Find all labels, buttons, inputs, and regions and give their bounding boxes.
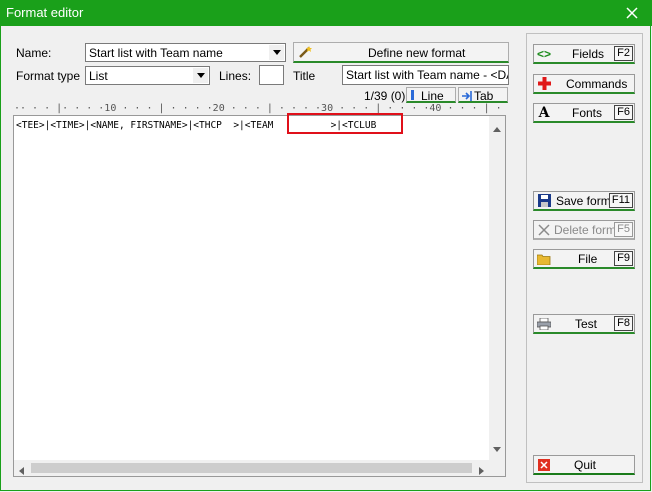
delete-format-button[interactable]: Delete format F5 (533, 220, 635, 240)
floppy-disk-icon (537, 194, 551, 207)
define-new-format-button[interactable]: Define new format (293, 42, 509, 63)
tab-arrow-icon (462, 90, 473, 104)
file-button[interactable]: File F9 (533, 249, 635, 269)
format-type-select[interactable]: List (85, 66, 210, 85)
horizontal-scroll-thumb[interactable] (31, 463, 472, 473)
vertical-scrollbar[interactable] (489, 116, 505, 460)
format-type-value: List (89, 69, 108, 83)
position-counter: 1/39 (0) (364, 89, 406, 103)
font-icon: A (538, 104, 550, 121)
magic-wand-icon (298, 45, 314, 62)
save-format-button[interactable]: Save format F11 (533, 191, 635, 211)
horizontal-scrollbar[interactable] (14, 460, 489, 476)
folder-icon (537, 252, 551, 265)
name-select[interactable]: Start list with Team name (85, 43, 286, 62)
x-icon (537, 223, 551, 236)
scroll-up-icon[interactable] (493, 121, 501, 135)
close-icon (626, 7, 638, 19)
commands-button[interactable]: Commands (533, 74, 635, 94)
fields-button[interactable]: <> Fields F2 (533, 44, 635, 64)
name-select-value: Start list with Team name (89, 46, 223, 60)
scroll-left-icon[interactable] (19, 464, 24, 476)
name-label: Name: (16, 46, 52, 60)
line-button-label: Line (421, 89, 444, 103)
scroll-down-icon[interactable] (493, 441, 501, 455)
printer-icon (537, 317, 551, 330)
column-ruler: ·· · · |· · · ·10 · · · | · · · ·20 · · … (14, 103, 510, 114)
line-icon (411, 90, 414, 100)
window-title: Format editor (6, 5, 84, 20)
chevron-down-icon[interactable] (193, 68, 208, 83)
fonts-button[interactable]: A Fonts F6 (533, 103, 635, 123)
close-button[interactable] (612, 0, 652, 26)
format-type-label: Format type (16, 69, 81, 83)
tab-button-label: Tab (474, 89, 494, 103)
scrollbar-corner (489, 460, 505, 476)
close-box-icon (537, 458, 551, 471)
plus-icon (537, 77, 551, 90)
define-new-format-label: Define new format (368, 46, 466, 60)
title-input[interactable]: Start list with Team name - <DATE (342, 65, 509, 85)
format-editor-area[interactable]: <TEE>|<TIME>|<NAME, FIRSTNAME>|<THCP >|<… (13, 115, 506, 477)
chevron-down-icon[interactable] (269, 45, 284, 60)
tab-button[interactable]: Tab (458, 87, 508, 103)
quit-button[interactable]: Quit (533, 455, 635, 475)
title-label: Title (293, 69, 316, 83)
team-field-highlight (287, 113, 403, 134)
title-bar: Format editor (0, 0, 652, 26)
lines-input[interactable] (259, 65, 284, 85)
scroll-right-icon[interactable] (479, 464, 484, 476)
line-button[interactable]: Line (406, 87, 456, 103)
brackets-icon: <> (537, 46, 552, 61)
test-button[interactable]: Test F8 (533, 314, 635, 334)
lines-label: Lines: (219, 69, 252, 83)
